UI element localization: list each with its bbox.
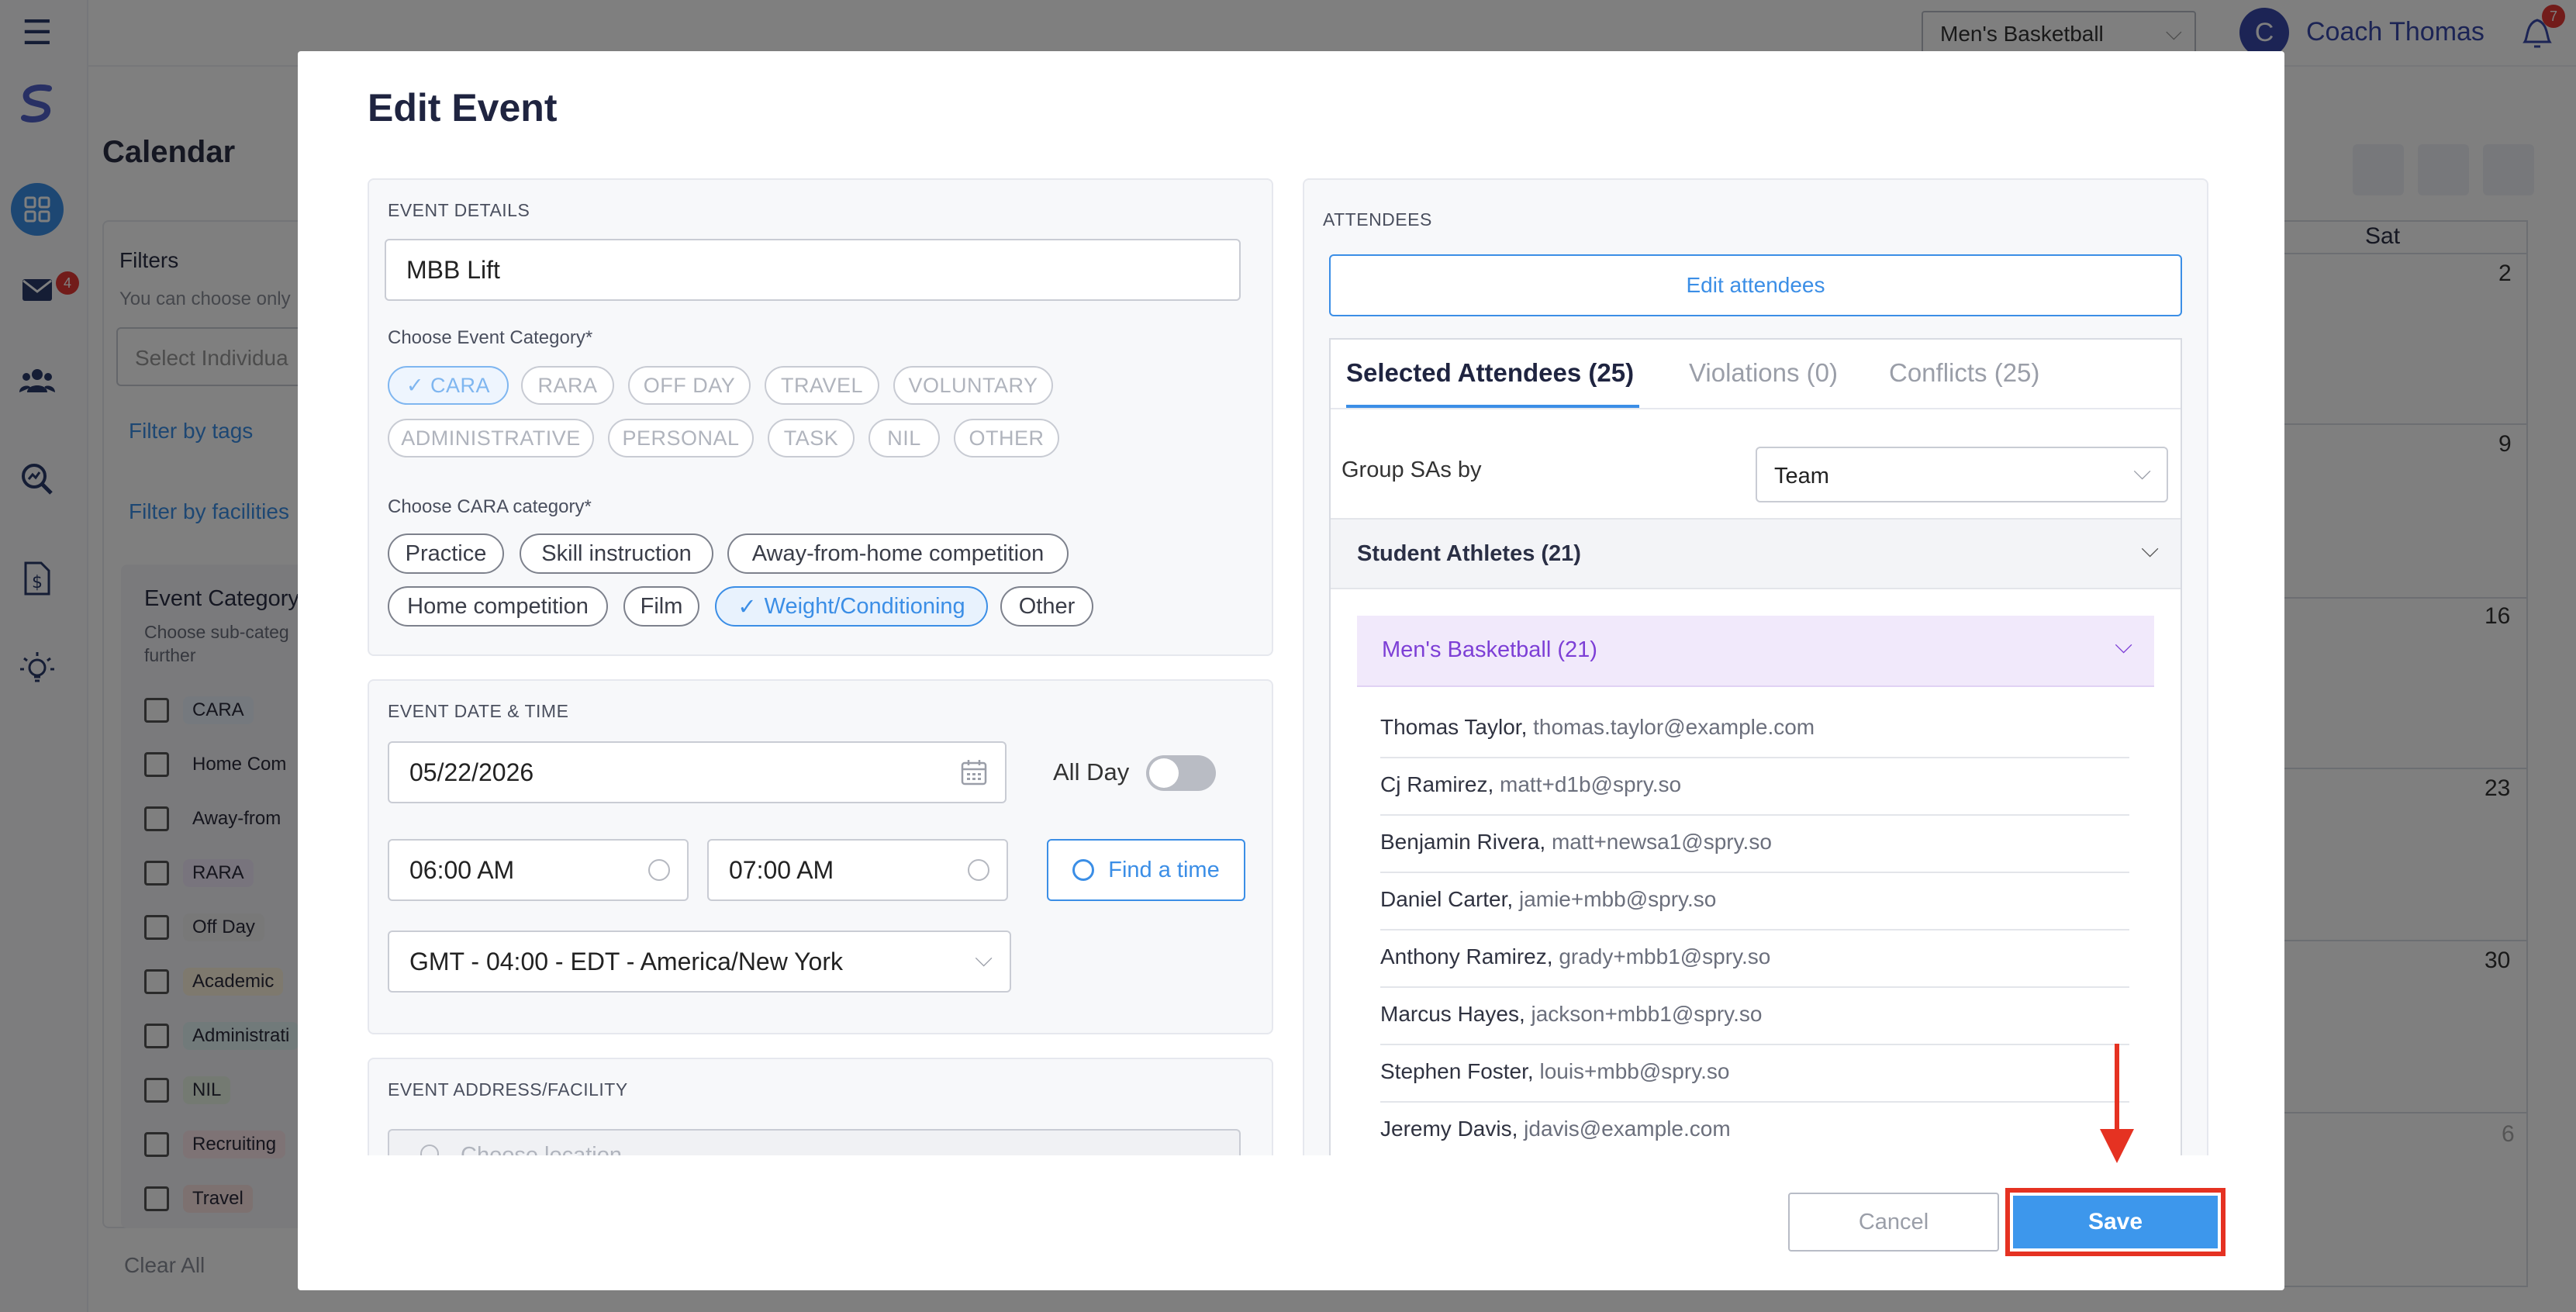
end-time-value: 07:00 AM	[729, 855, 834, 884]
start-time-input[interactable]: 06:00 AM	[388, 839, 689, 901]
attendee-email: louis+mbb@spry.so	[1539, 1059, 1730, 1083]
date-time-label: EVENT DATE & TIME	[388, 701, 569, 721]
chevron-down-icon: ⌵	[2115, 633, 2132, 658]
cara-tag-home-competition[interactable]: Home competition	[388, 586, 608, 627]
category-tag-administrative[interactable]: ADMINISTRATIVE	[388, 419, 594, 457]
address-label: EVENT ADDRESS/FACILITY	[388, 1079, 628, 1100]
clock-icon	[968, 859, 989, 881]
end-time-input[interactable]: 07:00 AM	[707, 839, 1008, 901]
clock-icon	[648, 859, 670, 881]
attendee-item: Jeremy Davis, jdavis@example.com	[1380, 1117, 1731, 1141]
category-tag-off-day[interactable]: OFF DAY	[628, 366, 751, 405]
chevron-down-icon: ⌵	[2133, 459, 2151, 485]
event-details-label: EVENT DETAILS	[388, 200, 530, 220]
student-athletes-group[interactable]: Student Athletes (21) ⌵	[1331, 518, 2181, 589]
attendee-item: Cj Ramirez, matt+d1b@spry.so	[1380, 772, 1681, 797]
attendee-item: Thomas Taylor, thomas.taylor@example.com	[1380, 715, 1815, 740]
attendee-item: Benjamin Rivera, matt+newsa1@spry.so	[1380, 830, 1772, 855]
attendee-email: jamie+mbb@spry.so	[1518, 887, 1717, 911]
check-icon: ✓	[406, 373, 425, 397]
all-day-toggle[interactable]	[1146, 755, 1216, 791]
annotation-arrow	[2100, 1044, 2134, 1163]
tab-conflicts[interactable]: Conflicts (25)	[1889, 358, 2039, 388]
all-day-label: All Day	[1053, 758, 1130, 785]
group-by-value: Team	[1774, 464, 1829, 489]
attendees-label: ATTENDEES	[1323, 209, 1432, 230]
event-name-input[interactable]: MBB Lift	[385, 239, 1241, 301]
student-athletes-label: Student Athletes (21)	[1357, 541, 1581, 566]
category-tag-personal[interactable]: PERSONAL	[608, 419, 754, 457]
cara-tag-skill-instruction[interactable]: Skill instruction	[520, 533, 713, 574]
cara-tag-film[interactable]: Film	[623, 586, 699, 627]
tab-violations[interactable]: Violations (0)	[1689, 358, 1838, 388]
team-group-label: Men's Basketball (21)	[1382, 637, 1597, 662]
find-a-time-label: Find a time	[1108, 857, 1220, 882]
tag-label: Weight/Conditioning	[764, 593, 965, 619]
attendee-item: Marcus Hayes, jackson+mbb1@spry.so	[1380, 1002, 1762, 1027]
attendee-name: Stephen Foster,	[1380, 1059, 1534, 1083]
chevron-down-icon: ⌵	[2141, 537, 2159, 562]
attendee-name: Jeremy Davis,	[1380, 1117, 1518, 1141]
attendee-name: Benjamin Rivera,	[1380, 830, 1546, 854]
save-button[interactable]: Save	[2013, 1196, 2218, 1248]
cara-tag-practice[interactable]: Practice	[388, 533, 504, 574]
group-by-select[interactable]: Team ⌵	[1756, 447, 2168, 502]
group-by-label: Group SAs by	[1342, 457, 1482, 482]
category-tag-rara[interactable]: RARA	[521, 366, 614, 405]
toggle-knob	[1149, 758, 1179, 788]
attendee-email: thomas.taylor@example.com	[1533, 715, 1815, 739]
cara-tag-weight-conditioning[interactable]: ✓ Weight/Conditioning	[715, 586, 988, 627]
category-tag-voluntary[interactable]: VOLUNTARY	[893, 366, 1053, 405]
attendee-email: matt+newsa1@spry.so	[1551, 830, 1772, 854]
category-tag-cara[interactable]: ✓ CARA	[388, 366, 509, 405]
modal-title: Edit Event	[368, 86, 558, 129]
attendee-email: jdavis@example.com	[1524, 1117, 1731, 1141]
attendee-email: jackson+mbb1@spry.so	[1531, 1002, 1763, 1026]
find-a-time-button[interactable]: Find a time	[1047, 839, 1245, 901]
start-time-value: 06:00 AM	[409, 855, 515, 884]
clock-icon	[1072, 859, 1095, 881]
team-group[interactable]: Men's Basketball (21) ⌵	[1357, 616, 2154, 687]
category-tag-other[interactable]: OTHER	[954, 419, 1059, 457]
attendee-item: Anthony Ramirez, grady+mbb1@spry.so	[1380, 944, 1770, 969]
category-tag-nil[interactable]: NIL	[868, 419, 940, 457]
attendee-item: Daniel Carter, jamie+mbb@spry.so	[1380, 887, 1716, 912]
attendee-name: Thomas Taylor,	[1380, 715, 1528, 739]
attendee-name: Cj Ramirez,	[1380, 772, 1494, 796]
attendee-email: grady+mbb1@spry.so	[1559, 944, 1771, 968]
attendee-name: Daniel Carter,	[1380, 887, 1514, 911]
check-icon: ✓	[737, 594, 757, 620]
tab-selected-attendees[interactable]: Selected Attendees (25)	[1346, 358, 1634, 388]
event-category-label: Choose Event Category*	[388, 327, 593, 348]
location-select[interactable]: Choose location	[388, 1129, 1241, 1155]
date-input[interactable]: 05/22/2026	[388, 741, 1007, 803]
cara-tag-other[interactable]: Other	[1000, 586, 1093, 627]
attendee-email: matt+d1b@spry.so	[1500, 772, 1682, 796]
chevron-down-icon: ⌵	[975, 946, 993, 972]
edit-attendees-button[interactable]: Edit attendees	[1329, 254, 2182, 316]
cara-tag-away-competition[interactable]: Away-from-home competition	[727, 533, 1069, 574]
cancel-button[interactable]: Cancel	[1788, 1193, 1999, 1252]
location-placeholder: Choose location	[461, 1143, 622, 1155]
tag-label: CARA	[430, 373, 491, 397]
timezone-select[interactable]: GMT - 04:00 - EDT - America/New York ⌵	[388, 930, 1011, 993]
date-value: 05/22/2026	[409, 758, 534, 786]
timezone-value: GMT - 04:00 - EDT - America/New York	[409, 947, 843, 975]
attendee-name: Marcus Hayes,	[1380, 1002, 1525, 1026]
cara-category-label: Choose CARA category*	[388, 496, 592, 517]
category-tag-task[interactable]: TASK	[768, 419, 855, 457]
attendee-name: Anthony Ramirez,	[1380, 944, 1553, 968]
location-icon	[420, 1145, 439, 1155]
calendar-icon	[960, 758, 988, 792]
category-tag-travel[interactable]: TRAVEL	[765, 366, 879, 405]
attendee-item: Stephen Foster, louis+mbb@spry.so	[1380, 1059, 1729, 1084]
